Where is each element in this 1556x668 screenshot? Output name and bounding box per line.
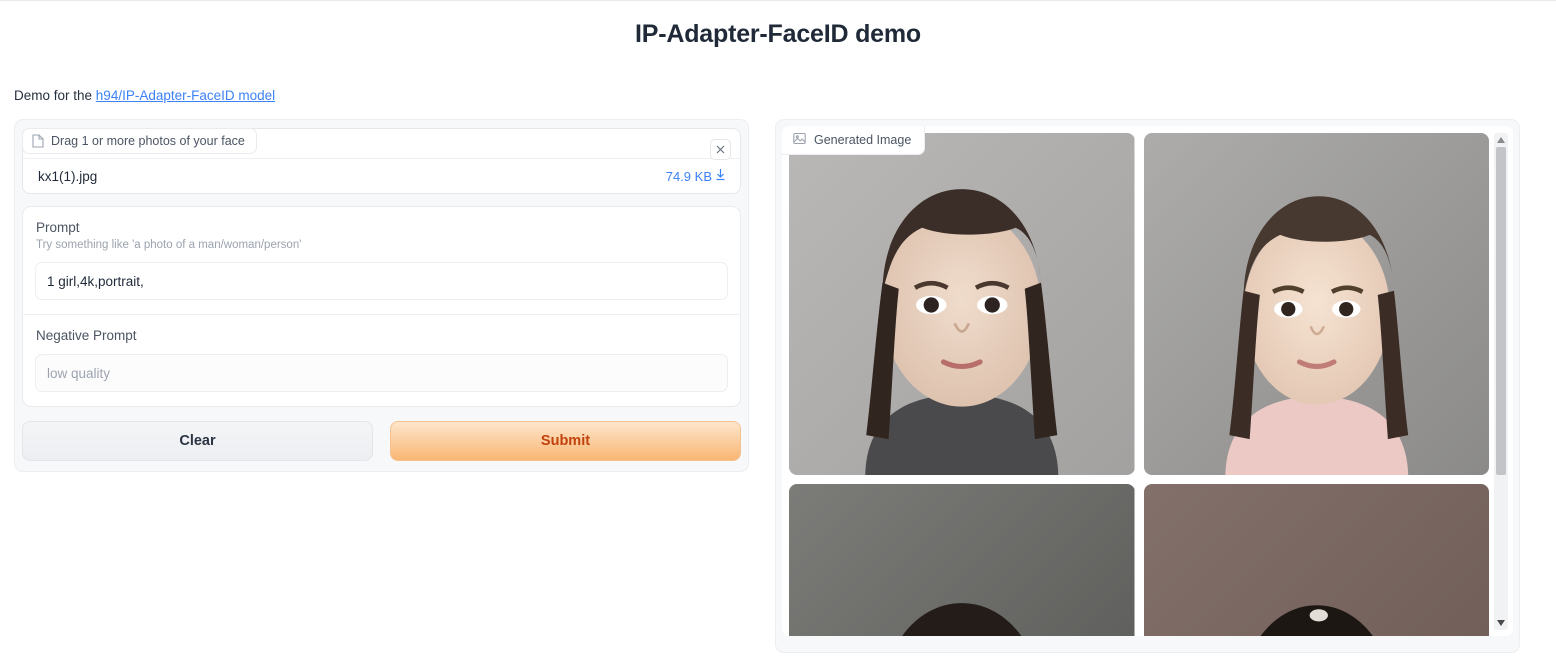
image-grid [782,126,1513,636]
gallery-item-2[interactable] [1143,133,1489,475]
scroll-up-icon[interactable] [1494,133,1508,147]
download-icon[interactable] [715,168,726,184]
input-panel: Drag 1 or more photos of your face kx1(1… [14,119,749,472]
generated-image-gallery: Generated Image [782,126,1513,636]
subtitle: Demo for the h94/IP-Adapter-FaceID model [0,49,1556,103]
negative-prompt-input[interactable]: low quality [35,354,728,392]
image-icon [793,132,806,148]
scrollbar-track[interactable] [1494,147,1508,616]
file-name: kx1(1).jpg [38,168,98,184]
scrollbar-thumb[interactable] [1496,147,1506,476]
app-root: IP-Adapter-FaceID demo Demo for the h94/… [0,0,1556,668]
gallery-tab: Generated Image [782,126,926,155]
gallery-item-4[interactable] [1143,484,1489,636]
main-content: Drag 1 or more photos of your face kx1(1… [0,103,1556,653]
gallery-item-1[interactable] [789,133,1135,475]
prompt-info: Try something like 'a photo of a man/wom… [36,239,302,251]
action-buttons: Clear Submit [22,421,741,461]
prompt-card: Prompt Try something like 'a photo of a … [22,206,741,407]
negative-prompt-label: Negative Prompt [36,328,137,343]
card-divider [23,314,740,315]
file-size: 74.9 KB [665,168,712,184]
prompt-input[interactable]: 1 girl,4k,portrait, [35,262,728,300]
file-download[interactable]: 74.9 KB [666,168,726,184]
upload-tab: Drag 1 or more photos of your face [22,128,257,154]
file-row[interactable]: kx1(1).jpg 74.9 KB [23,158,740,193]
model-link[interactable]: h94/IP-Adapter-FaceID model [96,88,275,103]
output-panel: Generated Image [775,119,1520,653]
scroll-down-icon[interactable] [1494,616,1508,630]
gallery-tab-label: Generated Image [814,133,912,147]
page-title: IP-Adapter-FaceID demo [635,20,921,48]
gallery-scrollbar[interactable] [1494,133,1508,630]
prompt-label: Prompt [36,220,80,235]
file-upload-block[interactable]: Drag 1 or more photos of your face kx1(1… [22,128,741,194]
subtitle-text: Demo for the [14,88,96,103]
close-icon[interactable] [710,139,731,160]
document-icon [32,134,44,148]
upload-tab-label: Drag 1 or more photos of your face [51,134,245,148]
submit-button[interactable]: Submit [390,421,741,461]
gallery-item-3[interactable] [789,484,1135,636]
clear-button[interactable]: Clear [22,421,373,461]
